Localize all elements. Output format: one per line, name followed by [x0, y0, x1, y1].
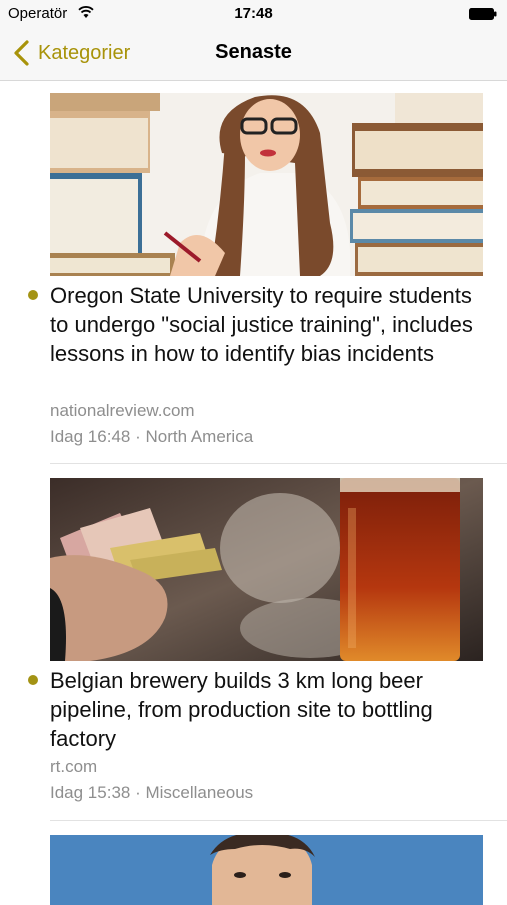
status-time: 17:48 [234, 5, 273, 22]
article-meta: Idag 15:38 · Miscellaneous [50, 783, 254, 802]
article-headline[interactable]: Oregon State University to require stude… [50, 281, 490, 368]
navigation-bar: Kategorier Senaste [0, 28, 507, 81]
article-meta: Idag 16:48 · North America [50, 427, 254, 446]
man-portrait-photo [50, 835, 483, 905]
divider [50, 820, 507, 821]
divider [50, 463, 507, 464]
unread-dot [28, 675, 38, 685]
article-source: nationalreview.com [50, 401, 195, 420]
cash-and-beer-photo [50, 478, 483, 661]
status-bar: Operatör 17:48 [0, 0, 507, 28]
battery-icon [469, 8, 497, 20]
article-thumbnail[interactable] [50, 835, 483, 905]
article-headline[interactable]: Belgian brewery builds 3 km long beer pi… [50, 666, 490, 753]
article-thumbnail[interactable] [50, 93, 483, 276]
article-source: rt.com [50, 757, 98, 776]
unread-dot [28, 290, 38, 300]
article-thumbnail[interactable] [50, 478, 483, 661]
page-title: Senaste [215, 41, 292, 63]
woman-with-books-photo [50, 93, 483, 276]
